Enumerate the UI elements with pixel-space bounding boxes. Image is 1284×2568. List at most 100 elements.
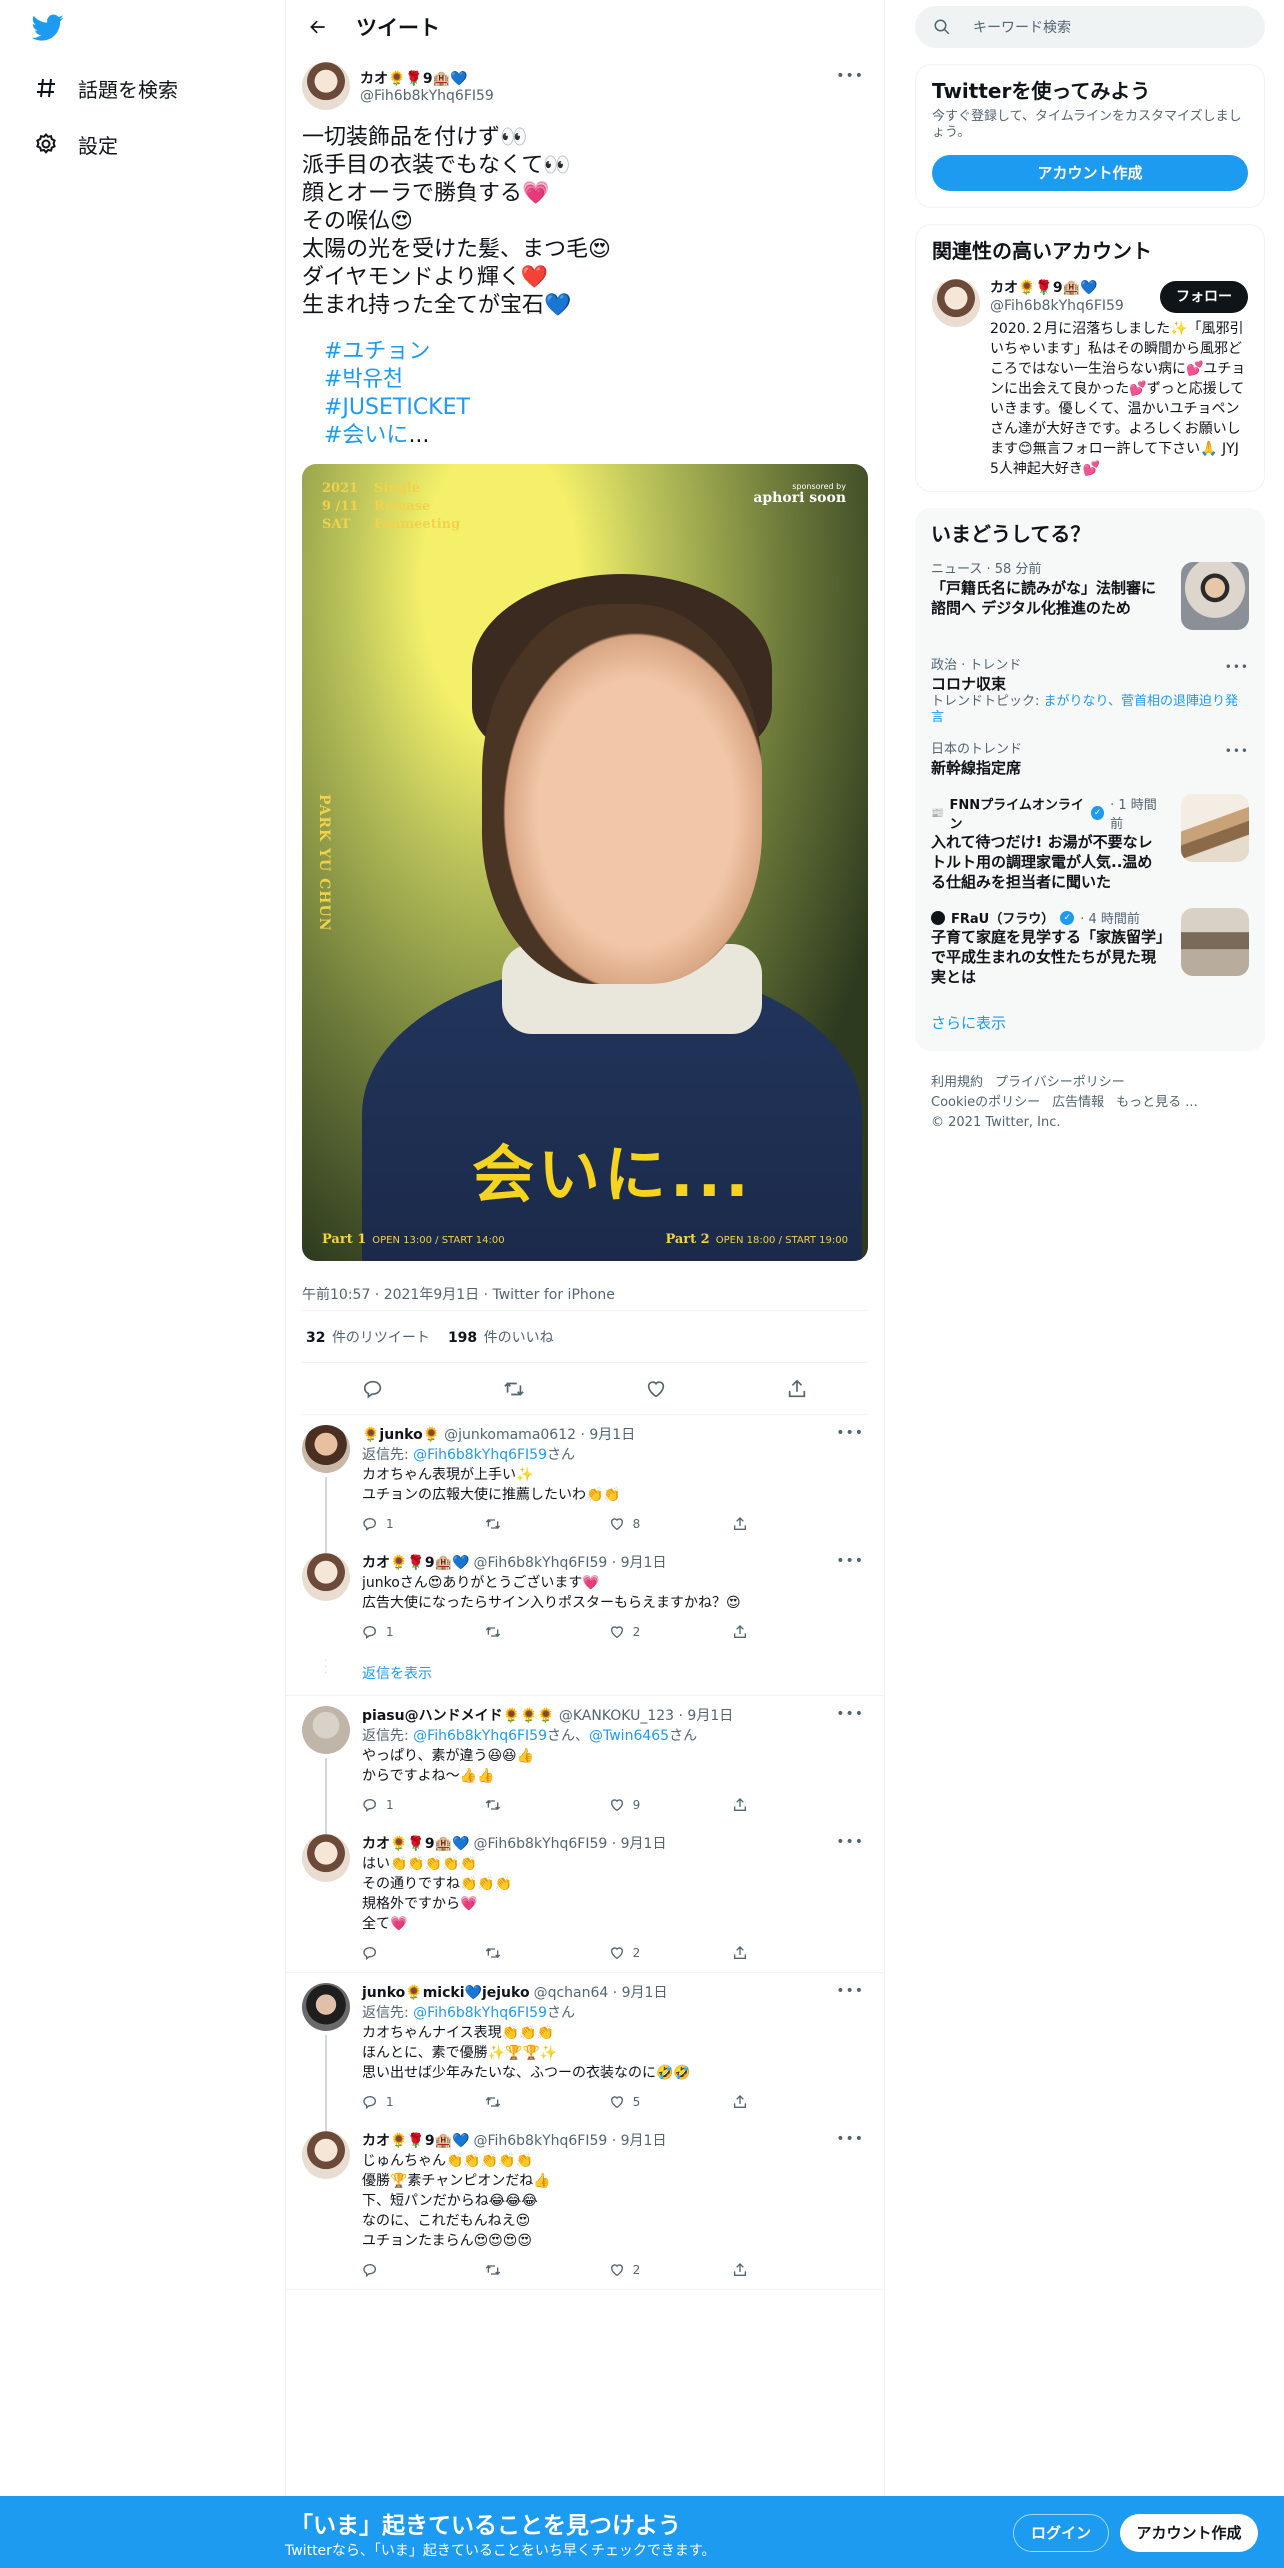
reply-handle[interactable]: @Fih6b8kYhq6FI59 bbox=[473, 1553, 607, 1573]
hashtag-link[interactable]: #ユチョン bbox=[324, 338, 868, 366]
retweet-button[interactable] bbox=[485, 2094, 545, 2110]
more-icon[interactable]: ••• bbox=[836, 1834, 864, 1850]
show-more-link[interactable]: さらに表示 bbox=[915, 998, 1265, 1051]
like-button[interactable]: 2 bbox=[609, 2262, 669, 2278]
reply-icon[interactable] bbox=[362, 1378, 384, 1400]
avatar[interactable] bbox=[302, 1553, 350, 1601]
reply-tweet[interactable]: 🌻junko🌻 @junkomama0612 · 9月1日 ••• 返信先: @F… bbox=[286, 1415, 884, 1553]
reply-tweet[interactable]: カオ🌻🌹9🏨💙 @Fih6b8kYhq6FI59 · 9月1日 ••• はい👏👏👏… bbox=[286, 1824, 884, 1973]
nav-explore[interactable]: 話題を検索 bbox=[32, 68, 178, 108]
reply-handle[interactable]: @junkomama0612 bbox=[444, 1425, 576, 1445]
avatar[interactable] bbox=[302, 1834, 350, 1882]
reply-date[interactable]: · 9月1日 bbox=[613, 1983, 668, 2003]
author-display-name[interactable]: カオ🌻🌹9🏨💙 bbox=[360, 68, 494, 88]
share-button[interactable] bbox=[732, 1624, 792, 1640]
replying-to-link[interactable]: @Fih6b8kYhq6FI59 bbox=[413, 2005, 547, 2021]
reply-handle[interactable]: @KANKOKU_123 bbox=[559, 1706, 674, 1726]
reply-date[interactable]: · 9月1日 bbox=[612, 2131, 667, 2151]
retweet-icon[interactable] bbox=[503, 1378, 525, 1400]
like-stat[interactable]: 198 件のいいね bbox=[448, 1327, 554, 1347]
reply-button[interactable]: 1 bbox=[362, 2094, 422, 2110]
avatar[interactable] bbox=[932, 279, 980, 327]
related-user[interactable]: カオ🌻🌹9🏨💙 @Fih6b8kYhq6FI59 フォロー 2020.２月に沼落… bbox=[932, 279, 1248, 479]
back-arrow-icon[interactable] bbox=[300, 9, 336, 45]
tweet-timestamp[interactable]: 午前10:57 · 2021年9月1日 · Twitter for iPhone bbox=[302, 1277, 868, 1311]
twitter-logo-icon[interactable] bbox=[31, 14, 64, 42]
replying-to-link[interactable]: @Fih6b8kYhq6FI59 bbox=[413, 1728, 547, 1744]
reply-tweet[interactable]: カオ🌻🌹9🏨💙 @Fih6b8kYhq6FI59 · 9月1日 ••• junko… bbox=[286, 1543, 884, 1651]
signup-button[interactable]: アカウント作成 bbox=[1120, 2514, 1258, 2552]
share-button[interactable] bbox=[732, 1516, 792, 1532]
retweet-button[interactable] bbox=[485, 1516, 545, 1532]
login-button[interactable]: ログイン bbox=[1013, 2514, 1109, 2552]
more-icon[interactable]: ••• bbox=[836, 1706, 864, 1722]
trend-item[interactable]: FRaU（フラウ） ✓ · 4 時間前 子育て家庭を見学する「家族留学」で平成生まれ… bbox=[915, 902, 1265, 998]
footer-link[interactable]: もっと見る ... bbox=[1116, 1095, 1198, 1110]
trend-item[interactable]: 日本のトレンド 新幹線指定席 ••• bbox=[915, 736, 1265, 788]
search-input[interactable]: キーワード検索 bbox=[915, 6, 1265, 48]
footer-link[interactable]: 広告情報 bbox=[1052, 1095, 1104, 1110]
retweet-button[interactable] bbox=[485, 1624, 545, 1640]
like-button[interactable]: 9 bbox=[609, 1797, 669, 1813]
share-button[interactable] bbox=[732, 2262, 792, 2278]
show-replies-link[interactable]: · · · 返信を表示 bbox=[286, 1651, 884, 1696]
footer-link[interactable]: 利用規約 bbox=[931, 1075, 983, 1090]
more-icon[interactable]: ••• bbox=[836, 68, 864, 84]
author-handle[interactable]: @Fih6b8kYhq6FI59 bbox=[360, 88, 494, 104]
reply-date[interactable]: · 9月1日 bbox=[580, 1425, 635, 1445]
reply-button[interactable] bbox=[362, 1945, 422, 1961]
trend-item[interactable]: ニュース · 58 分前 「戸籍氏名に読みがな」法制審に諮問へ デジタル化推進の… bbox=[915, 556, 1265, 652]
like-icon[interactable] bbox=[645, 1378, 667, 1400]
retweet-button[interactable] bbox=[485, 1797, 545, 1813]
share-button[interactable] bbox=[732, 1797, 792, 1813]
nav-settings[interactable]: 設定 bbox=[32, 124, 118, 164]
reply-handle[interactable]: @Fih6b8kYhq6FI59 bbox=[473, 2131, 607, 2151]
more-icon[interactable]: ••• bbox=[836, 1425, 864, 1441]
reply-date[interactable]: · 9月1日 bbox=[612, 1553, 667, 1573]
hashtag-link[interactable]: #박유천 bbox=[324, 366, 868, 394]
reply-button[interactable]: 1 bbox=[362, 1516, 422, 1532]
tweet-photo[interactable]: 2021 Single 9 /11 Release SAT Fanmeeting sp… bbox=[302, 464, 868, 1261]
replying-to-link[interactable]: @Twin6465 bbox=[589, 1728, 669, 1744]
reply-author-name[interactable]: カオ🌻🌹9🏨💙 bbox=[362, 2131, 469, 2151]
reply-handle[interactable]: @qchan64 bbox=[534, 1983, 609, 2003]
retweet-button[interactable] bbox=[485, 1945, 545, 1961]
reply-button[interactable]: 1 bbox=[362, 1624, 422, 1640]
retweet-stat[interactable]: 32 件のリツイート bbox=[306, 1327, 430, 1347]
avatar[interactable] bbox=[302, 62, 350, 110]
like-button[interactable]: 2 bbox=[609, 1624, 669, 1640]
reply-author-name[interactable]: カオ🌻🌹9🏨💙 bbox=[362, 1553, 469, 1573]
like-button[interactable]: 8 bbox=[609, 1516, 669, 1532]
share-icon[interactable] bbox=[786, 1378, 808, 1400]
more-icon[interactable]: ••• bbox=[836, 2131, 864, 2147]
reply-author-name[interactable]: piasu@ハンドメイド🌻🌻🌻 bbox=[362, 1706, 555, 1726]
reply-date[interactable]: · 9月1日 bbox=[679, 1706, 734, 1726]
more-icon[interactable]: ••• bbox=[836, 1983, 864, 1999]
follow-button[interactable]: フォロー bbox=[1160, 281, 1248, 313]
avatar[interactable] bbox=[302, 1983, 350, 2031]
create-account-button[interactable]: アカウント作成 bbox=[932, 155, 1248, 191]
like-button[interactable]: 2 bbox=[609, 1945, 669, 1961]
reply-author-name[interactable]: カオ🌻🌹9🏨💙 bbox=[362, 1834, 469, 1854]
avatar[interactable] bbox=[302, 2131, 350, 2179]
share-button[interactable] bbox=[732, 2094, 792, 2110]
reply-author-name[interactable]: 🌻junko🌻 bbox=[362, 1425, 440, 1445]
avatar[interactable] bbox=[302, 1425, 350, 1473]
share-button[interactable] bbox=[732, 1945, 792, 1961]
footer-link[interactable]: Cookieのポリシー bbox=[931, 1095, 1040, 1110]
more-icon[interactable]: ••• bbox=[1225, 744, 1249, 758]
retweet-button[interactable] bbox=[485, 2262, 545, 2278]
reply-author-name[interactable]: junko🌻micki💙jejuko bbox=[362, 1983, 530, 2003]
trend-item[interactable]: 政治 · トレンド コロナ収束 トレンドトピック: まがりなり、菅首相の退陣迫り… bbox=[915, 652, 1265, 736]
reply-handle[interactable]: @Fih6b8kYhq6FI59 bbox=[473, 1834, 607, 1854]
reply-tweet[interactable]: カオ🌻🌹9🏨💙 @Fih6b8kYhq6FI59 · 9月1日 ••• じゅんちゃ… bbox=[286, 2121, 884, 2290]
footer-link[interactable]: プライバシーポリシー bbox=[995, 1075, 1125, 1090]
more-icon[interactable]: ••• bbox=[1225, 660, 1249, 674]
hashtag-link[interactable]: #JUSETICKET bbox=[324, 394, 868, 422]
reply-tweet[interactable]: piasu@ハンドメイド🌻🌻🌻 @KANKOKU_123 · 9月1日 ••• 返… bbox=[286, 1696, 884, 1834]
replying-to-link[interactable]: @Fih6b8kYhq6FI59 bbox=[413, 1447, 547, 1463]
trend-item[interactable]: 📰 FNNプライムオンライン ✓ · 1 時間前 入れて待つだけ! お湯が不要なレトル… bbox=[915, 788, 1265, 902]
reply-tweet[interactable]: junko🌻micki💙jejuko @qchan64 · 9月1日 ••• 返信… bbox=[286, 1973, 884, 2131]
more-icon[interactable]: ••• bbox=[836, 1553, 864, 1569]
reply-button[interactable] bbox=[362, 2262, 422, 2278]
